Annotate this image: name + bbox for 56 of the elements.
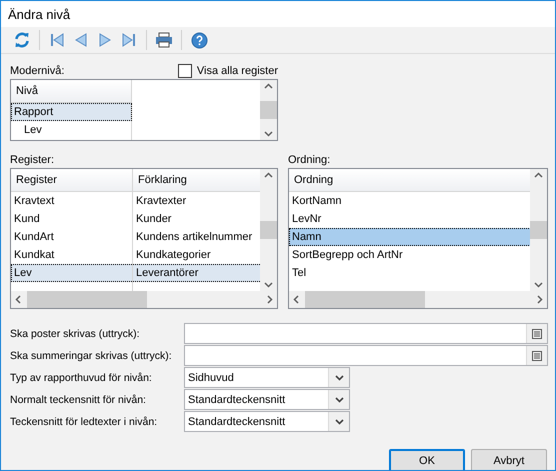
last-record-icon[interactable] [121, 32, 137, 48]
horizontal-scrollbar[interactable] [289, 291, 547, 308]
horizontal-scrollbar[interactable] [11, 291, 277, 308]
chevron-down-icon[interactable] [334, 374, 344, 380]
field-label: Normalt teckensnitt för nivån: [10, 394, 147, 406]
column-header[interactable]: Register [11, 169, 133, 192]
chevron-down-icon[interactable] [334, 396, 344, 402]
checkbox[interactable] [178, 64, 192, 78]
section-label: Register: [10, 154, 54, 166]
grid-row-cell[interactable]: Namn [289, 228, 530, 246]
dropdown-field[interactable]: Sidhuvud [184, 367, 350, 388]
previous-icon[interactable] [73, 32, 89, 48]
scroll-down-icon[interactable] [264, 131, 273, 137]
scroll-right-icon[interactable] [267, 295, 273, 304]
vertical-scrollbar[interactable] [260, 80, 277, 140]
next-icon[interactable] [97, 32, 113, 48]
scrollbar-thumb[interactable] [260, 101, 277, 119]
expression-field[interactable] [184, 323, 548, 344]
field-label: Ska summeringar skrivas (uttryck): [10, 350, 173, 362]
scroll-left-icon[interactable] [293, 295, 299, 304]
grid-row-cell[interactable]: Leverantörer [133, 264, 260, 282]
scroll-left-icon[interactable] [15, 295, 21, 304]
scroll-right-icon[interactable] [537, 295, 543, 304]
expression-field[interactable] [184, 345, 548, 366]
scroll-up-icon[interactable] [264, 172, 273, 178]
scrollbar-thumb[interactable] [260, 221, 277, 239]
refresh-icon[interactable] [13, 31, 31, 49]
ok-button[interactable]: OK [389, 449, 465, 470]
chevron-down-icon[interactable] [334, 418, 344, 424]
help-icon[interactable] [190, 32, 208, 48]
vertical-scrollbar[interactable] [260, 169, 277, 291]
cancel-button[interactable]: Avbryt [471, 449, 547, 470]
scrollbar-thumb[interactable] [305, 291, 425, 308]
scroll-up-icon[interactable] [534, 172, 543, 178]
window-title: Ändra nivå [8, 6, 70, 22]
section-label: Ordning: [288, 154, 330, 166]
field-label: Teckensnitt för ledtexter i nivån: [10, 416, 158, 428]
scrollbar-thumb[interactable] [530, 221, 547, 239]
dropdown-field[interactable]: Standardteckensnitt [184, 411, 350, 432]
checkbox-label[interactable]: Visa alla register [196, 64, 278, 76]
list-icon[interactable] [532, 328, 542, 338]
grid-row-cell[interactable]: Rapport [11, 103, 132, 121]
list-icon[interactable] [532, 350, 542, 360]
scroll-down-icon[interactable] [264, 282, 273, 288]
printer-icon[interactable] [155, 32, 173, 48]
section-label: Modernivå: [10, 64, 64, 76]
vertical-scrollbar[interactable] [530, 169, 547, 291]
column-header[interactable]: Nivå [11, 80, 132, 103]
scroll-down-icon[interactable] [534, 282, 543, 288]
dropdown-field[interactable]: Standardteckensnitt [184, 389, 350, 410]
first-record-icon[interactable] [49, 32, 65, 48]
scroll-up-icon[interactable] [264, 83, 273, 89]
grid-row-cell[interactable]: Lev [11, 264, 133, 282]
scrollbar-thumb[interactable] [27, 291, 147, 308]
field-label: Ska poster skrivas (uttryck): [10, 328, 141, 340]
field-label: Typ av rapporthuvud för nivån: [10, 372, 153, 384]
